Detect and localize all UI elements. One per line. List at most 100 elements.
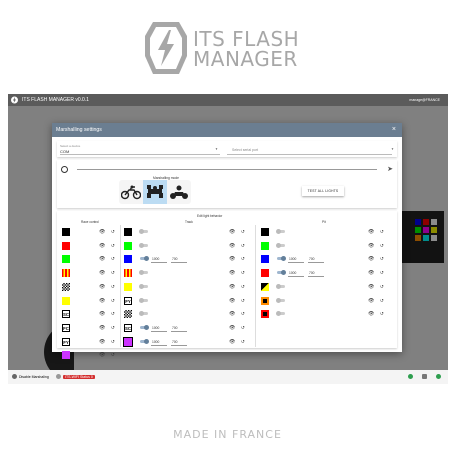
blink-toggle[interactable] bbox=[139, 242, 148, 248]
eye-icon[interactable]: 👁 bbox=[99, 325, 105, 331]
device-select-card: Select a device COM ▼ Select serial port… bbox=[57, 141, 397, 157]
off-duration-value[interactable]: 700 bbox=[172, 257, 178, 261]
undo-icon[interactable]: ↺ bbox=[241, 256, 245, 262]
undo-icon[interactable]: ↺ bbox=[241, 339, 245, 345]
race_control_rows-row: FC 👁 ↺ bbox=[62, 322, 119, 335]
undo-icon[interactable]: ↺ bbox=[380, 243, 384, 249]
eye-icon[interactable]: 👁 bbox=[368, 298, 374, 304]
undo-icon[interactable]: ↺ bbox=[111, 243, 115, 249]
eye-icon[interactable]: 👁 bbox=[229, 339, 235, 345]
wifi-signal-icon bbox=[422, 374, 427, 379]
serial-port-placeholder: Select serial port bbox=[232, 148, 259, 152]
eye-icon[interactable]: 👁 bbox=[99, 298, 105, 304]
undo-icon[interactable]: ↺ bbox=[380, 284, 384, 290]
undo-icon[interactable]: ↺ bbox=[241, 270, 245, 276]
undo-icon[interactable]: ↺ bbox=[241, 243, 245, 249]
wifi-status[interactable]: ITS-WIFI Status 0 bbox=[56, 374, 95, 379]
race_control_rows-row: 👁 ↺ bbox=[62, 267, 119, 280]
undo-icon[interactable]: ↺ bbox=[241, 229, 245, 235]
off-duration-value[interactable]: 700 bbox=[309, 257, 315, 261]
eye-icon[interactable]: 👁 bbox=[99, 256, 105, 262]
eye-icon[interactable]: 👁 bbox=[99, 229, 105, 235]
blink-toggle[interactable] bbox=[140, 338, 149, 344]
blink-toggle[interactable] bbox=[276, 283, 285, 289]
blink-toggle[interactable] bbox=[140, 256, 149, 262]
eye-icon[interactable]: 👁 bbox=[229, 311, 235, 317]
undo-icon[interactable]: ↺ bbox=[111, 298, 115, 304]
race_control_rows-row: 👁 ↺ bbox=[62, 349, 119, 362]
brightness-slider[interactable] bbox=[77, 169, 377, 170]
blink-toggle[interactable] bbox=[139, 311, 148, 317]
undo-icon[interactable]: ↺ bbox=[111, 325, 115, 331]
mode-car-button[interactable] bbox=[143, 180, 167, 204]
brightness-icon[interactable] bbox=[61, 166, 68, 173]
undo-icon[interactable]: ↺ bbox=[111, 256, 115, 262]
on-duration-value[interactable]: 1000 bbox=[152, 340, 159, 344]
eye-icon[interactable]: 👁 bbox=[229, 270, 235, 276]
black-yellow-flag bbox=[261, 282, 269, 291]
undo-icon[interactable]: ↺ bbox=[111, 284, 115, 290]
blink-toggle[interactable] bbox=[139, 283, 148, 289]
eye-icon[interactable]: 👁 bbox=[368, 311, 374, 317]
blink-toggle[interactable] bbox=[139, 297, 148, 303]
undo-icon[interactable]: ↺ bbox=[111, 311, 115, 317]
undo-icon[interactable]: ↺ bbox=[241, 298, 245, 304]
eye-icon[interactable]: 👁 bbox=[99, 311, 105, 317]
undo-icon[interactable]: ↺ bbox=[111, 352, 115, 358]
disable-marshaling-toggle[interactable]: Disable Marshaling bbox=[12, 374, 49, 379]
undo-icon[interactable]: ↺ bbox=[380, 256, 384, 262]
send-icon[interactable]: ➤ bbox=[387, 165, 393, 173]
eye-icon[interactable]: 👁 bbox=[368, 243, 374, 249]
blink-toggle[interactable] bbox=[277, 256, 286, 262]
undo-icon[interactable]: ↺ bbox=[111, 270, 115, 276]
blink-toggle[interactable] bbox=[276, 242, 285, 248]
undo-icon[interactable]: ↺ bbox=[241, 311, 245, 317]
eye-icon[interactable]: 👁 bbox=[99, 284, 105, 290]
wifi-status-badge: 0 bbox=[90, 374, 93, 379]
undo-icon[interactable]: ↺ bbox=[380, 270, 384, 276]
on-duration-value[interactable]: 1000 bbox=[289, 271, 296, 275]
app-title-right: manage@FRANCE bbox=[409, 98, 440, 102]
on-duration-value[interactable]: 1000 bbox=[289, 257, 296, 261]
undo-icon[interactable]: ↺ bbox=[380, 298, 384, 304]
eye-icon[interactable]: 👁 bbox=[99, 339, 105, 345]
eye-icon[interactable]: 👁 bbox=[229, 256, 235, 262]
off-duration-value[interactable]: 700 bbox=[172, 326, 178, 330]
eye-icon[interactable]: 👁 bbox=[99, 243, 105, 249]
blink-toggle[interactable] bbox=[276, 311, 285, 317]
close-icon[interactable]: × bbox=[392, 123, 396, 137]
eye-icon[interactable]: 👁 bbox=[229, 284, 235, 290]
eye-icon[interactable]: 👁 bbox=[99, 352, 105, 358]
undo-icon[interactable]: ↺ bbox=[241, 325, 245, 331]
test-all-lights-button[interactable]: TEST ALL LIGHTS bbox=[302, 186, 344, 196]
eye-icon[interactable]: 👁 bbox=[368, 256, 374, 262]
toggle-knob bbox=[139, 242, 144, 248]
blink-toggle[interactable] bbox=[139, 270, 148, 276]
eye-icon[interactable]: 👁 bbox=[99, 270, 105, 276]
on-duration-value[interactable]: 1000 bbox=[152, 257, 159, 261]
blink-toggle[interactable] bbox=[277, 270, 286, 276]
undo-icon[interactable]: ↺ bbox=[380, 311, 384, 317]
eye-icon[interactable]: 👁 bbox=[368, 229, 374, 235]
mode-kart-button[interactable] bbox=[167, 180, 191, 204]
blink-toggle[interactable] bbox=[140, 324, 149, 330]
on-duration-value[interactable]: 1000 bbox=[152, 326, 159, 330]
undo-icon[interactable]: ↺ bbox=[380, 229, 384, 235]
blink-toggle[interactable] bbox=[276, 229, 285, 234]
undo-icon[interactable]: ↺ bbox=[111, 229, 115, 235]
toggle-knob bbox=[276, 283, 281, 289]
undo-icon[interactable]: ↺ bbox=[111, 339, 115, 345]
eye-icon[interactable]: 👁 bbox=[229, 298, 235, 304]
blink-toggle[interactable] bbox=[276, 297, 285, 303]
off-duration-value[interactable]: 700 bbox=[309, 271, 315, 275]
undo-icon[interactable]: ↺ bbox=[241, 284, 245, 290]
mode-motorbike-button[interactable] bbox=[119, 180, 143, 204]
eye-icon[interactable]: 👁 bbox=[229, 325, 235, 331]
off-duration-value[interactable]: 700 bbox=[172, 340, 178, 344]
eye-icon[interactable]: 👁 bbox=[368, 284, 374, 290]
blink-toggle[interactable] bbox=[139, 229, 148, 234]
eye-icon[interactable]: 👁 bbox=[368, 270, 374, 276]
eye-icon[interactable]: 👁 bbox=[229, 229, 235, 235]
eye-icon[interactable]: 👁 bbox=[229, 243, 235, 249]
toggle-knob bbox=[281, 256, 286, 262]
